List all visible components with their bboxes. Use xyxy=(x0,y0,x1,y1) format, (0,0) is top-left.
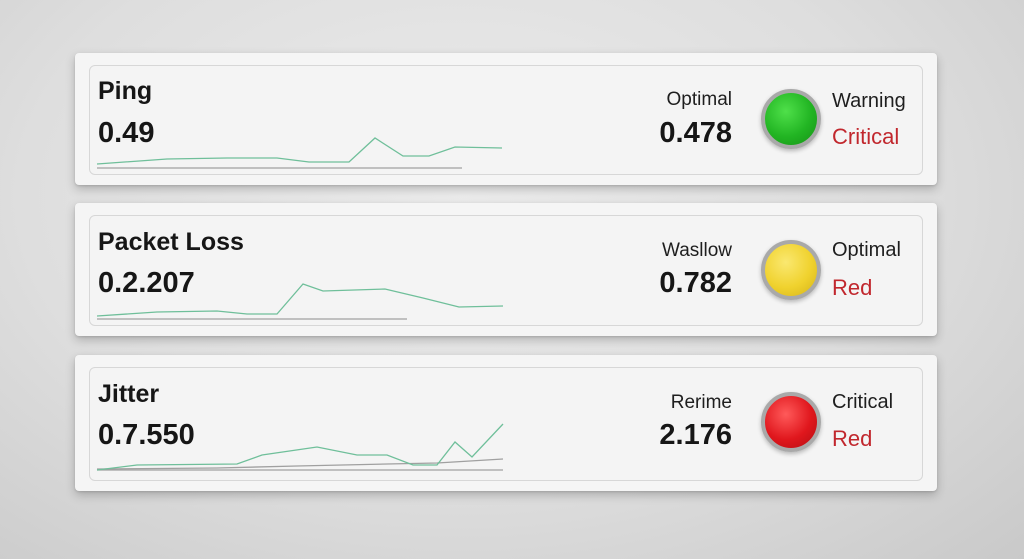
metric-card-ping: Ping 0.49 Optimal 0.478 Warning Critical xyxy=(75,53,937,185)
legend-warning-label: Warning xyxy=(832,90,906,112)
metric-card-packet-loss: Packet Loss 0.2.207 Wasllow 0.782 Optima… xyxy=(75,203,937,336)
status-label: Optimal xyxy=(666,89,732,110)
jitter-sparkline xyxy=(96,423,504,471)
legend-critical-label: Critical xyxy=(832,391,894,413)
legend-optimal-label: Optimal xyxy=(832,239,901,261)
status-light-yellow xyxy=(761,240,821,300)
packet-loss-sparkline xyxy=(96,283,504,320)
sparkline-trend xyxy=(96,137,503,165)
legend-red-label: Red xyxy=(832,275,873,300)
metric-title: Packet Loss xyxy=(98,228,244,256)
status-label: Wasllow xyxy=(661,240,732,261)
metric-title: Jitter xyxy=(98,380,160,408)
metric-title: Ping xyxy=(98,77,153,105)
status-light-green xyxy=(761,89,821,149)
status-value: 0.782 xyxy=(659,267,732,299)
ping-sparkline xyxy=(96,137,503,169)
sparkline-trend-gray xyxy=(96,458,504,470)
status-value: 2.176 xyxy=(659,419,732,451)
metric-card-jitter: Jitter 0.7.550 Rerime 2.176 Critical Red xyxy=(75,355,937,491)
legend-critical-label: Critical xyxy=(832,124,900,149)
status-label: Rerime xyxy=(670,392,732,413)
legend-red-label: Red xyxy=(832,426,873,451)
status-light-red xyxy=(761,392,821,452)
sparkline-trend xyxy=(96,283,504,317)
status-value: 0.478 xyxy=(659,117,732,149)
